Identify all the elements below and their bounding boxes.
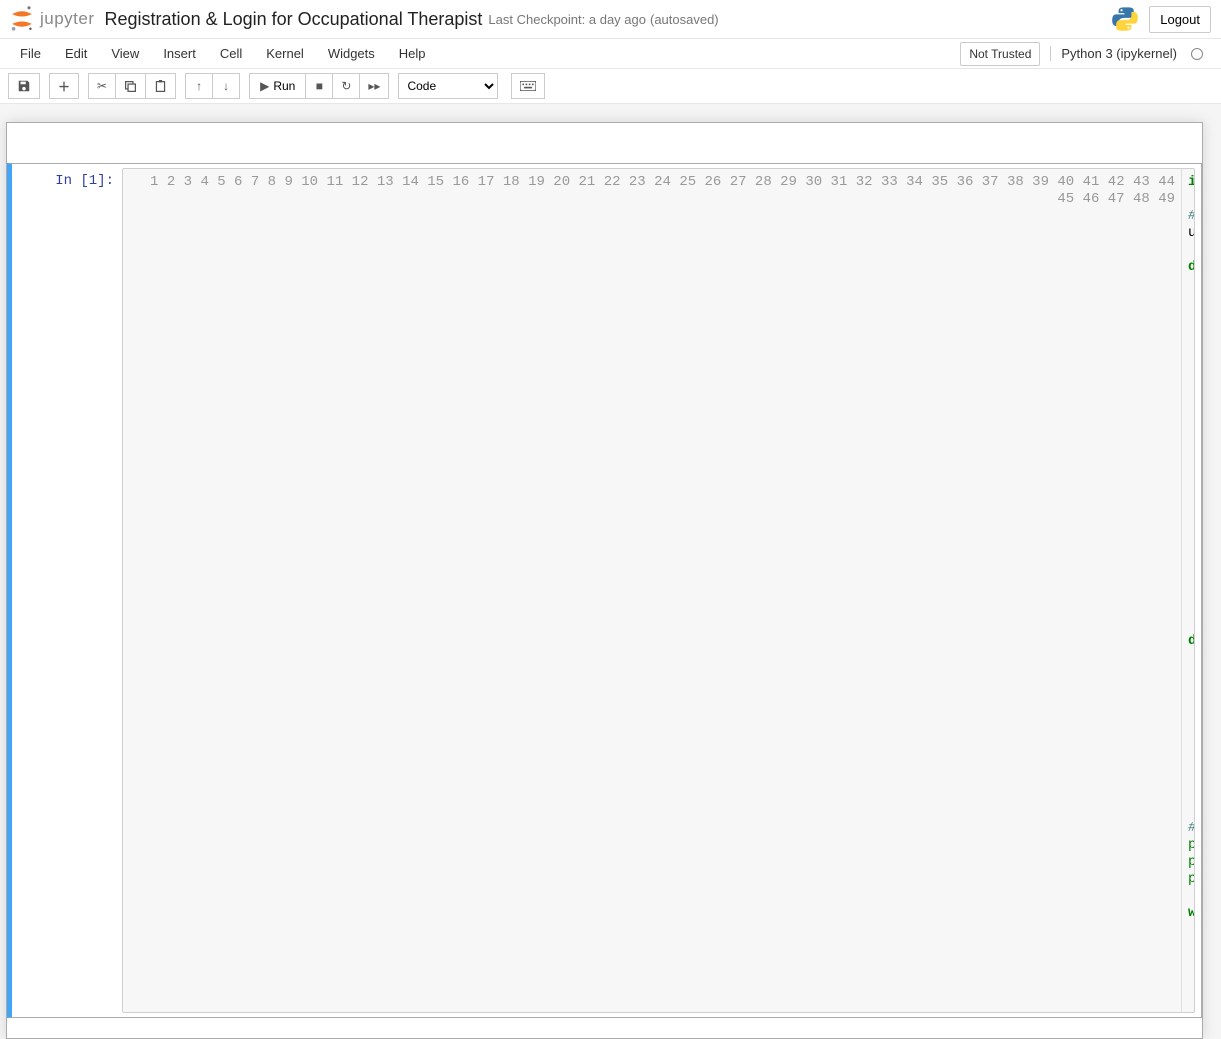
copy-button[interactable]: [115, 73, 146, 99]
command-palette-button[interactable]: [511, 73, 545, 99]
stop-icon: ■: [316, 79, 323, 93]
line-gutter: 1 2 3 4 5 6 7 8 9 10 11 12 13 14 15 16 1…: [123, 169, 1182, 1012]
input-prompt: In [1]:: [12, 164, 122, 1017]
logo-text: jupyter: [40, 9, 95, 29]
jupyter-logo[interactable]: jupyter: [8, 5, 95, 33]
menu-widgets[interactable]: Widgets: [316, 40, 387, 67]
menu-edit[interactable]: Edit: [53, 40, 99, 67]
menu-help[interactable]: Help: [387, 40, 438, 67]
plus-icon: ＋: [58, 78, 70, 95]
menu-kernel[interactable]: Kernel: [254, 40, 316, 67]
copy-icon: [124, 80, 137, 93]
menu-view[interactable]: View: [99, 40, 151, 67]
arrow-down-icon: ↓: [223, 79, 229, 93]
code-editor[interactable]: import hashlib # Simulated storage of us…: [1182, 169, 1194, 1012]
menubar: File Edit View Insert Cell Kernel Widget…: [0, 39, 1221, 69]
arrow-up-icon: ↑: [196, 79, 202, 93]
input-area[interactable]: 1 2 3 4 5 6 7 8 9 10 11 12 13 14 15 16 1…: [122, 168, 1195, 1013]
notebook: In [1]: 1 2 3 4 5 6 7 8 9 10 11 12 13 14…: [6, 122, 1203, 1039]
checkpoint-text: Last Checkpoint: a day ago: [488, 12, 646, 27]
python-icon: [1111, 5, 1139, 33]
restart-run-all-button[interactable]: ▸▸: [359, 73, 389, 99]
add-cell-button[interactable]: ＋: [49, 73, 79, 99]
cut-button[interactable]: ✂: [88, 73, 116, 99]
code-cell[interactable]: In [1]: 1 2 3 4 5 6 7 8 9 10 11 12 13 14…: [7, 163, 1202, 1018]
fast-forward-icon: ▸▸: [368, 79, 380, 93]
menu-insert[interactable]: Insert: [151, 40, 208, 67]
move-down-button[interactable]: ↓: [212, 73, 240, 99]
menu-file[interactable]: File: [8, 40, 53, 67]
save-button[interactable]: [8, 73, 40, 99]
jupyter-icon: [8, 5, 36, 33]
save-icon: [17, 79, 31, 93]
run-label: Run: [273, 79, 295, 93]
autosaved-text: (autosaved): [650, 12, 719, 27]
keyboard-icon: [520, 81, 536, 91]
trusted-indicator[interactable]: Not Trusted: [960, 42, 1040, 66]
cut-icon: ✂: [97, 79, 107, 93]
restart-button[interactable]: ↻: [332, 73, 360, 99]
play-icon: ▶: [260, 79, 269, 93]
header-bar: jupyter Registration & Login for Occupat…: [0, 0, 1221, 39]
kernel-name[interactable]: Python 3 (ipykernel): [1050, 46, 1177, 61]
notebook-container: In [1]: 1 2 3 4 5 6 7 8 9 10 11 12 13 14…: [0, 104, 1221, 1039]
paste-icon: [154, 80, 167, 93]
cell-type-select[interactable]: Code: [398, 73, 498, 99]
run-button[interactable]: ▶ Run: [249, 73, 306, 99]
logout-button[interactable]: Logout: [1149, 6, 1211, 33]
kernel-indicator-icon: [1191, 48, 1203, 60]
toolbar: ＋ ✂ ↑ ↓ ▶ Run ■ ↻ ▸▸ Code: [0, 69, 1221, 104]
menu-cell[interactable]: Cell: [208, 40, 254, 67]
move-up-button[interactable]: ↑: [185, 73, 213, 99]
notebook-title[interactable]: Registration & Login for Occupational Th…: [105, 9, 483, 30]
stop-button[interactable]: ■: [305, 73, 333, 99]
restart-icon: ↻: [341, 79, 351, 93]
paste-button[interactable]: [145, 73, 176, 99]
